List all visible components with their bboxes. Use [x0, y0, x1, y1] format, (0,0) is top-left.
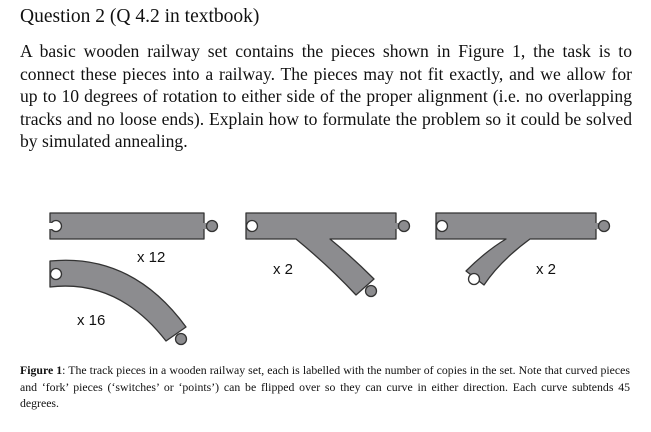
question-heading: Question 2 (Q 4.2 in textbook): [20, 6, 260, 27]
question-paragraph: A basic wooden railway set contains the …: [20, 41, 632, 151]
fork-left-count-label: x 2: [536, 261, 556, 278]
curve-count-label: x 16: [77, 312, 105, 329]
straight-track-piece: [49, 212, 219, 240]
straight-count-label: x 12: [137, 249, 165, 266]
figure-caption: Figure 1: The track pieces in a wooden r…: [20, 362, 630, 412]
fork-right-count-label: x 2: [273, 261, 293, 278]
track-pieces-figure: x 12 x 2 x 2 x 16: [49, 212, 611, 346]
curved-track-piece: [49, 259, 188, 346]
fork-right-track-piece: [245, 212, 411, 298]
fork-left-track-piece: [435, 212, 611, 286]
caption-text: : The track pieces in a wooden railway s…: [20, 363, 630, 410]
caption-label: Figure 1: [20, 363, 63, 377]
